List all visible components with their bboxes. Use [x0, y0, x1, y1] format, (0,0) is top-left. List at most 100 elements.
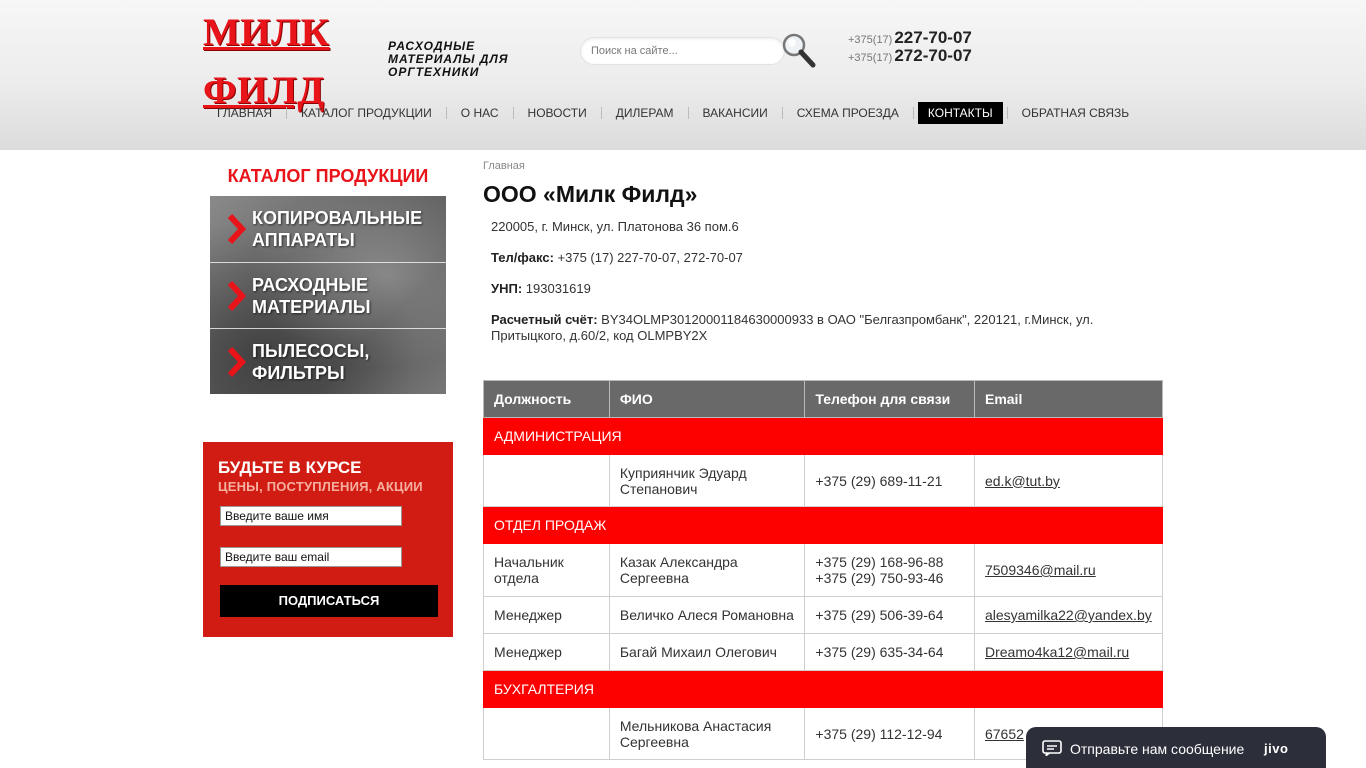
nav-vacancies[interactable]: ВАКАНСИИ — [693, 102, 778, 124]
table-row: Менеджер Величко Алеся Романовна +375 (2… — [483, 596, 1164, 634]
company-unp: УНП: 193031619 — [491, 281, 591, 297]
phone-value: +375 (17) 227-70-07, 272-70-07 — [557, 250, 743, 265]
email-link[interactable]: 67652 — [985, 726, 1024, 742]
cell-email: 7509346@mail.ru — [973, 543, 1164, 597]
cell-phone: +375 (29) 689-11-21 — [804, 454, 975, 507]
nav-divider — [445, 107, 447, 119]
nav-divider — [512, 107, 514, 119]
email-link[interactable]: 7509346@mail.ru — [985, 562, 1096, 578]
header-phone-1: +375(17) 227-70-07 — [848, 29, 972, 47]
cell-name: Величко Алеся Романовна — [608, 596, 806, 634]
email-link[interactable]: alesyamilka22@yandex.by — [985, 607, 1152, 623]
nav-home[interactable]: ГЛАВНАЯ — [207, 102, 282, 124]
table-row: Менеджер Багай Михаил Олегович +375 (29)… — [483, 633, 1164, 671]
nav-divider — [781, 107, 783, 119]
contacts-table: Должность ФИО Телефон для связи Email АД… — [483, 380, 1164, 760]
cell-name: Куприянчик Эдуард Степанович — [608, 454, 806, 507]
catalog-item-consumables[interactable]: РАСХОДНЫЕ МАТЕРИАЛЫ — [210, 262, 446, 328]
table-row: Начальник отдела Казак Александра Сергее… — [483, 543, 1164, 597]
breadcrumb-home[interactable]: Главная — [483, 160, 525, 172]
catalog-item-label: ПЫЛЕСОСЫ, ФИЛЬТРЫ — [252, 341, 370, 383]
section-title: ОТДЕЛ ПРОДАЖ — [483, 506, 1163, 544]
page-title: ООО «Милк Филд» — [483, 181, 698, 207]
catalog-title: КАТАЛОГ ПРОДУКЦИИ — [227, 166, 429, 186]
cell-email: Dreamo4ka12@mail.ru — [973, 633, 1164, 671]
table-header-row: Должность ФИО Телефон для связи Email — [483, 380, 1164, 418]
site-tagline: РАСХОДНЫЕ МАТЕРИАЛЫ ДЛЯ ОРГТЕХНИКИ — [388, 39, 509, 79]
nav-about[interactable]: О НАС — [451, 102, 509, 124]
table-row: Куприянчик Эдуард Степанович +375 (29) 6… — [483, 454, 1164, 507]
company-account: Расчетный счёт: BY34OLMP3012000118463000… — [491, 312, 1131, 344]
cell-phone: +375 (29) 168-96-88 +375 (29) 750-93-46 — [804, 543, 975, 597]
cell-position: Начальник отдела — [483, 543, 610, 597]
chat-label: Отправьте нам сообщение — [1070, 741, 1245, 757]
subscribe-name-input[interactable] — [220, 506, 402, 526]
logo-line-1[interactable]: МИЛК — [203, 4, 329, 62]
catalog-item-vacuums[interactable]: ПЫЛЕСОСЫ, ФИЛЬТРЫ — [210, 328, 446, 394]
column-header: ФИО — [608, 380, 806, 418]
nav-divider — [600, 107, 602, 119]
chevron-right-icon — [227, 346, 246, 378]
main-nav: ГЛАВНАЯ КАТАЛОГ ПРОДУКЦИИ О НАС НОВОСТИ … — [207, 102, 1139, 124]
nav-feedback[interactable]: ОБРАТНАЯ СВЯЗЬ — [1012, 102, 1140, 124]
chevron-right-icon — [227, 213, 246, 245]
chat-widget[interactable]: Отправьте нам сообщение jivo — [1026, 727, 1326, 768]
cell-name: Мельникова Анастасия Сергеевна — [608, 707, 806, 760]
phone-number: 227-70-07 — [894, 28, 972, 47]
subscribe-panel: БУДЬТЕ В КУРСЕ ЦЕНЫ, ПОСТУПЛЕНИЯ, АКЦИИ … — [203, 442, 453, 637]
cell-position: Менеджер — [483, 633, 610, 671]
phone-code: +375(17) — [848, 34, 893, 46]
subscribe-title: БУДЬТЕ В КУРСЕ — [218, 458, 362, 477]
nav-divider — [1006, 107, 1008, 119]
column-header: Телефон для связи — [804, 380, 975, 418]
magnifier-icon[interactable] — [779, 31, 819, 71]
phone-number: 272-70-07 — [894, 46, 972, 65]
phone-label: Тел/факс: — [491, 250, 554, 265]
cell-name: Казак Александра Сергеевна — [608, 543, 806, 597]
nav-contacts[interactable]: КОНТАКТЫ — [917, 102, 1003, 124]
section-row: АДМИНИСТРАЦИЯ — [483, 417, 1163, 455]
cell-name: Багай Михаил Олегович — [608, 633, 806, 671]
cell-phone: +375 (29) 112-12-94 — [804, 707, 975, 760]
cell-position — [483, 454, 610, 507]
catalog-item-copiers[interactable]: КОПИРОВАЛЬНЫЕ АППАРАТЫ — [210, 196, 446, 262]
chat-brand-logo: jivo — [1264, 741, 1289, 756]
subscribe-button[interactable]: ПОДПИСАТЬСЯ — [220, 585, 438, 617]
phone-code: +375(17) — [848, 52, 893, 64]
unp-value: 193031619 — [525, 281, 591, 296]
company-address: 220005, г. Минск, ул. Платонова 36 пом.6 — [491, 219, 739, 234]
nav-news[interactable]: НОВОСТИ — [518, 102, 597, 124]
section-row: БУХГАЛТЕРИЯ — [483, 670, 1163, 708]
company-phone: Тел/факс: +375 (17) 227-70-07, 272-70-07 — [491, 250, 743, 266]
nav-divider — [286, 107, 288, 119]
cell-email: alesyamilka22@yandex.by — [973, 596, 1164, 634]
cell-position: Менеджер — [483, 596, 610, 634]
section-title: БУХГАЛТЕРИЯ — [483, 670, 1163, 708]
site-header: МИЛК ФИЛД РАСХОДНЫЕ МАТЕРИАЛЫ ДЛЯ ОРГТЕХ… — [0, 0, 1366, 150]
section-row: ОТДЕЛ ПРОДАЖ — [483, 506, 1163, 544]
unp-label: УНП: — [491, 281, 523, 296]
cell-phone: +375 (29) 506-39-64 — [804, 596, 975, 634]
column-header: Email — [973, 380, 1164, 418]
chevron-right-icon — [227, 280, 246, 312]
column-header: Должность — [483, 380, 610, 418]
header-phones: +375(17) 227-70-07 +375(17) 272-70-07 — [848, 29, 972, 65]
section-title: АДМИНИСТРАЦИЯ — [483, 417, 1163, 455]
nav-directions[interactable]: СХЕМА ПРОЕЗДА — [787, 102, 909, 124]
search-input[interactable] — [581, 38, 771, 64]
header-phone-2: +375(17) 272-70-07 — [848, 47, 972, 65]
nav-dealers[interactable]: ДИЛЕРАМ — [606, 102, 684, 124]
nav-catalog[interactable]: КАТАЛОГ ПРОДУКЦИИ — [291, 102, 442, 124]
nav-divider — [687, 107, 689, 119]
email-link[interactable]: ed.k@tut.by — [985, 473, 1060, 489]
cell-email: ed.k@tut.by — [973, 454, 1164, 507]
email-link[interactable]: Dreamo4ka12@mail.ru — [985, 644, 1129, 660]
catalog-item-label: РАСХОДНЫЕ МАТЕРИАЛЫ — [252, 275, 371, 317]
subscribe-subtitle: ЦЕНЫ, ПОСТУПЛЕНИЯ, АКЦИИ — [218, 479, 423, 494]
catalog-menu: КОПИРОВАЛЬНЫЕ АППАРАТЫ РАСХОДНЫЕ МАТЕРИА… — [210, 196, 446, 394]
chat-bubble-icon — [1042, 740, 1062, 756]
search-box — [580, 37, 785, 65]
cell-phone: +375 (29) 635-34-64 — [804, 633, 975, 671]
subscribe-email-input[interactable] — [220, 547, 402, 567]
catalog-item-label: КОПИРОВАЛЬНЫЕ АППАРАТЫ — [252, 208, 423, 250]
